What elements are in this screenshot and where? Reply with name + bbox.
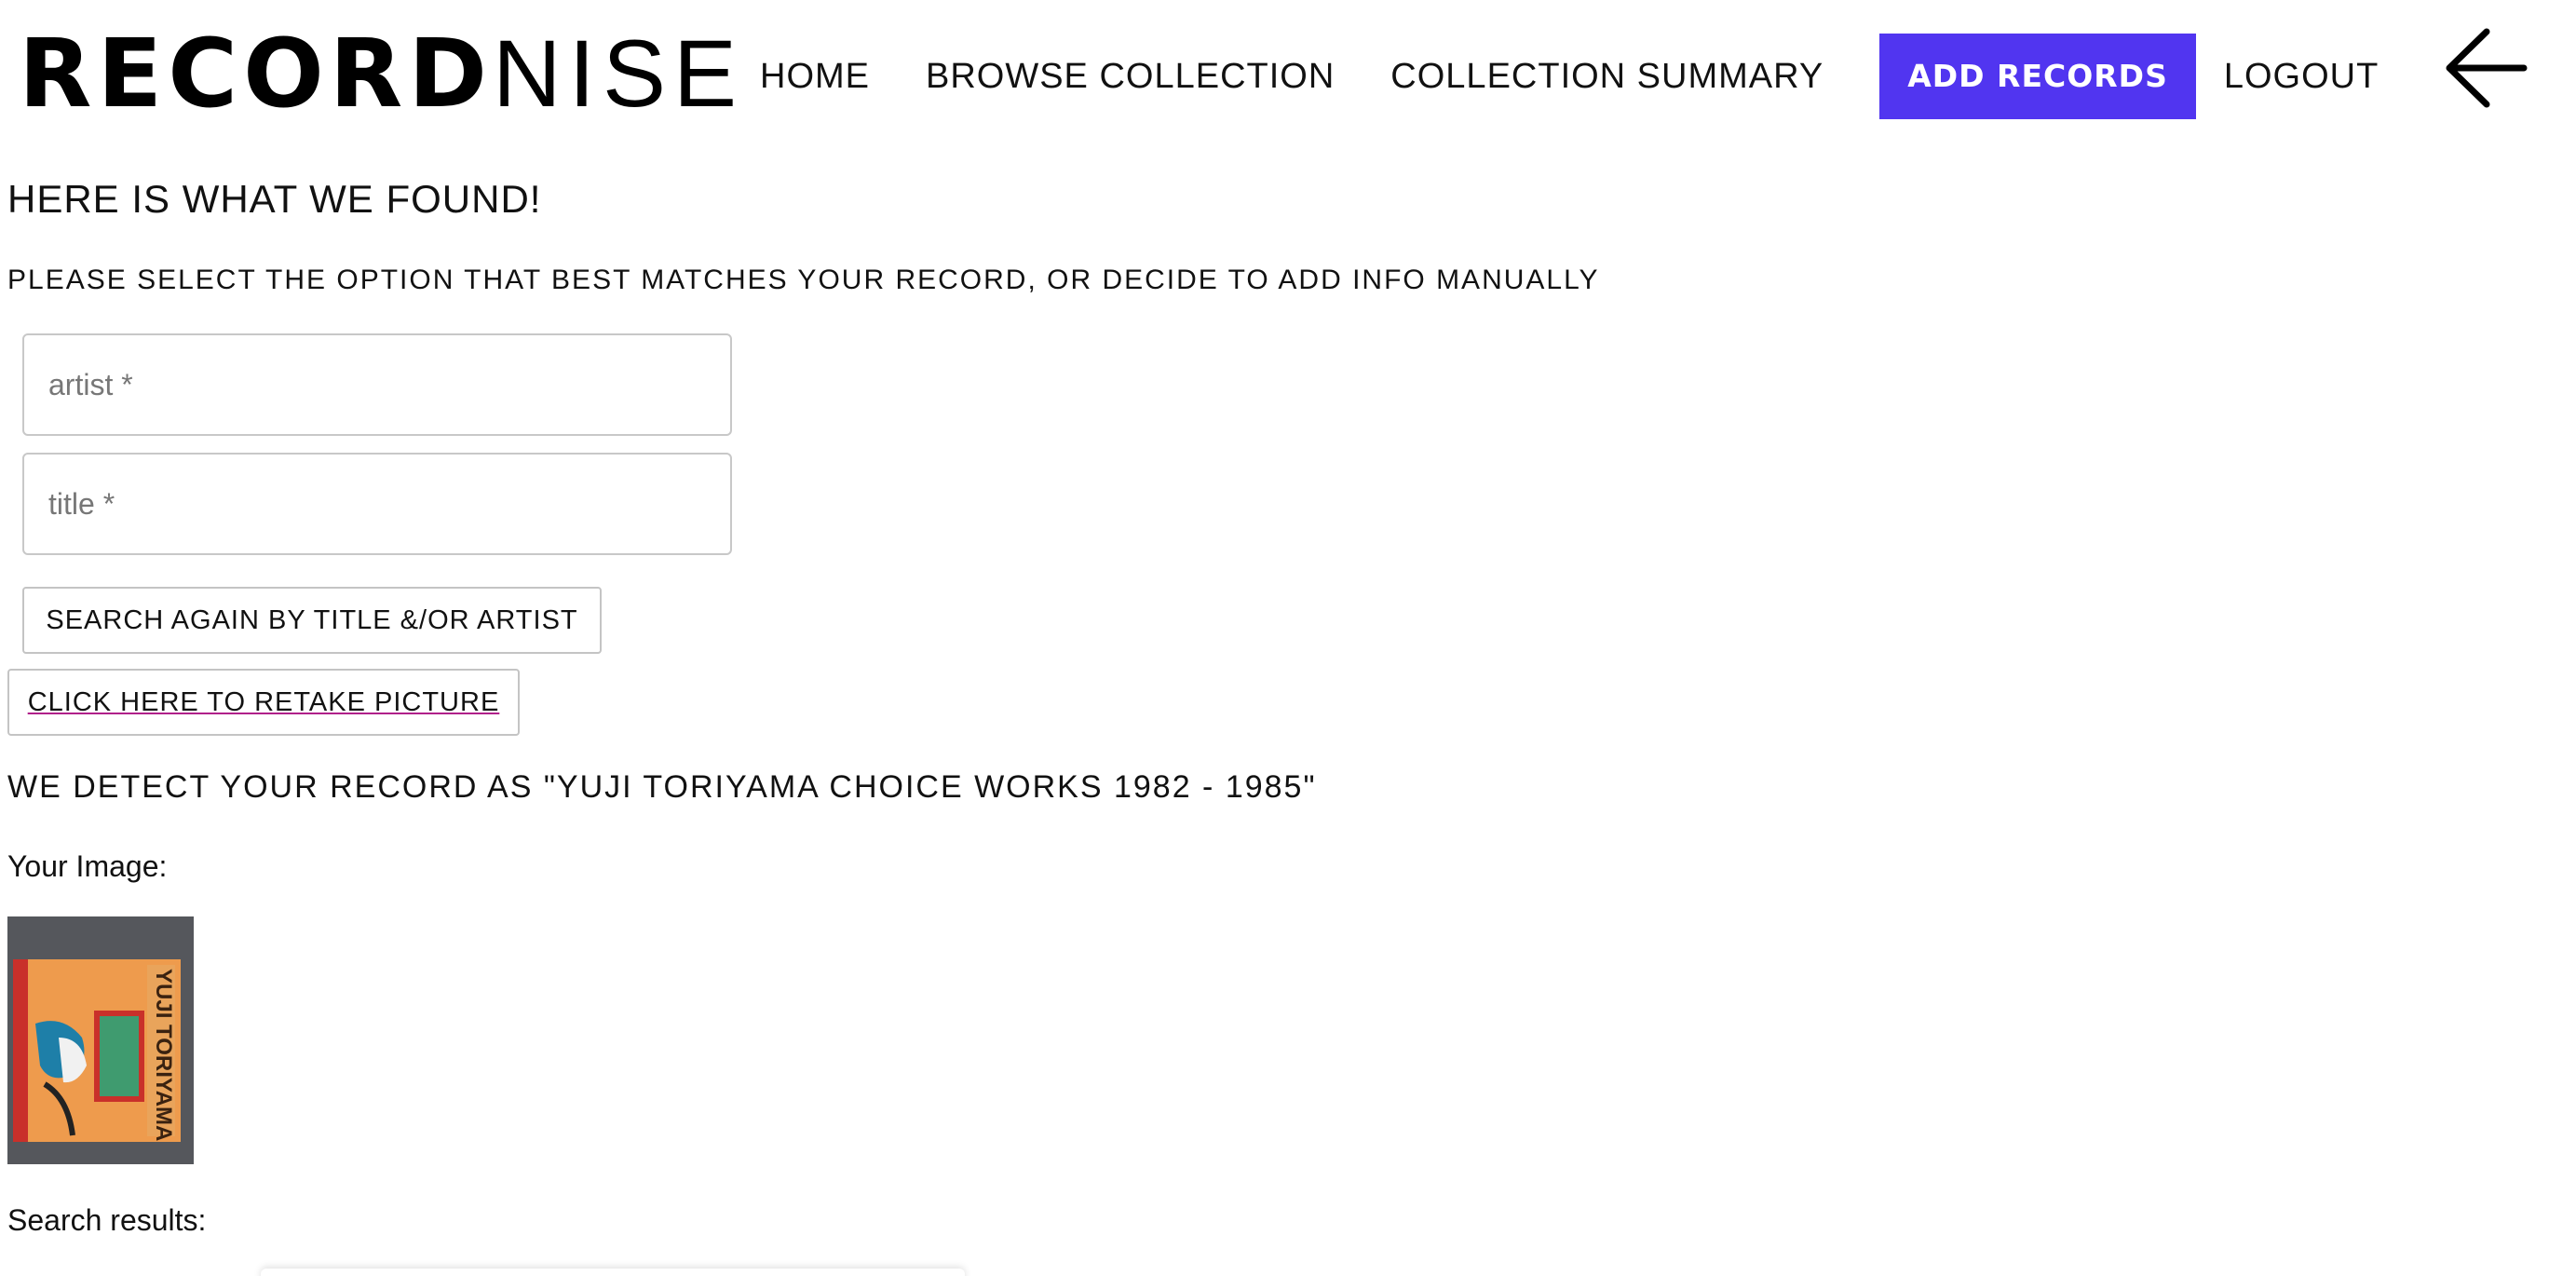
uploaded-record-thumbnail: YUJI TORIYAMA bbox=[7, 916, 194, 1164]
record-cover-image: YUJI TORIYAMA bbox=[7, 916, 194, 1164]
search-result-card[interactable] bbox=[261, 1269, 965, 1276]
retake-picture-label: CLICK HERE TO RETAKE PICTURE bbox=[27, 686, 500, 717]
nav-add-records[interactable]: ADD RECORDS bbox=[1879, 34, 2196, 119]
main-nav: HOME BROWSE COLLECTION COLLECTION SUMMAR… bbox=[760, 34, 2434, 119]
nav-logout[interactable]: LOGOUT bbox=[2224, 57, 2379, 97]
title-input[interactable] bbox=[22, 453, 732, 555]
detected-record-text: WE DETECT YOUR RECORD AS "YUJI TORIYAMA … bbox=[7, 769, 1317, 805]
retake-picture-button[interactable]: CLICK HERE TO RETAKE PICTURE bbox=[7, 669, 520, 736]
your-image-label: Your Image: bbox=[7, 849, 168, 883]
search-results-label: Search results: bbox=[7, 1203, 207, 1237]
page-instructions: PLEASE SELECT THE OPTION THAT BEST MATCH… bbox=[7, 265, 1600, 295]
page-title: HERE IS WHAT WE FOUND! bbox=[7, 177, 542, 221]
search-again-button[interactable]: SEARCH AGAIN BY TITLE &/OR ARTIST bbox=[22, 587, 602, 654]
page: RECORDNISE HOME BROWSE COLLECTION COLLEC… bbox=[0, 0, 2576, 1276]
logo-bold-text: RECORD bbox=[19, 19, 493, 129]
logo-light-text: NISE bbox=[493, 20, 745, 127]
thumbnail-spine-text: YUJI TORIYAMA bbox=[151, 969, 176, 1141]
nav-collection-summary[interactable]: COLLECTION SUMMARY bbox=[1390, 57, 1824, 97]
nav-browse-collection[interactable]: BROWSE COLLECTION bbox=[926, 57, 1335, 97]
nav-home[interactable]: HOME bbox=[760, 57, 870, 97]
app-logo[interactable]: RECORDNISE bbox=[19, 26, 744, 122]
arrow-left-icon[interactable] bbox=[2440, 26, 2529, 110]
artist-input[interactable] bbox=[22, 333, 732, 436]
